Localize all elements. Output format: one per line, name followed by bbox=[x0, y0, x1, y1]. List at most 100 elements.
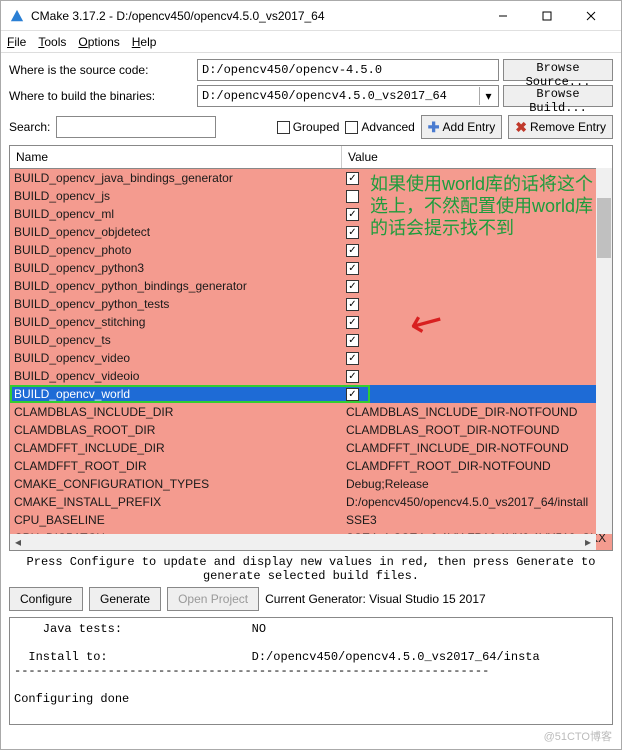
cell-value[interactable]: ✓ bbox=[342, 298, 612, 311]
table-row[interactable]: CLAMDBLAS_INCLUDE_DIRCLAMDBLAS_INCLUDE_D… bbox=[10, 403, 612, 421]
window-title: CMake 3.17.2 - D:/opencv450/opencv4.5.0_… bbox=[31, 9, 481, 23]
search-input[interactable] bbox=[56, 116, 216, 138]
cell-name: CMAKE_CONFIGURATION_TYPES bbox=[10, 477, 342, 491]
hint-text: Press Configure to update and display ne… bbox=[1, 551, 621, 585]
menu-file[interactable]: File bbox=[7, 35, 26, 49]
cell-value[interactable]: ✓ bbox=[342, 280, 612, 293]
table-row[interactable]: BUILD_opencv_python_bindings_generator ✓ bbox=[10, 277, 612, 295]
menu-help[interactable]: Help bbox=[132, 35, 157, 49]
table-row[interactable]: BUILD_opencv_videoio ✓ bbox=[10, 367, 612, 385]
cell-name: BUILD_opencv_js bbox=[10, 189, 342, 203]
cell-name: BUILD_opencv_java_bindings_generator bbox=[10, 171, 342, 185]
app-icon bbox=[9, 8, 25, 24]
checkbox[interactable]: ✓ bbox=[346, 316, 359, 329]
menu-bar: File Tools Options Help bbox=[1, 31, 621, 53]
checkbox[interactable]: ✓ bbox=[346, 262, 359, 275]
open-project-button: Open Project bbox=[167, 587, 259, 611]
checkbox[interactable] bbox=[346, 190, 359, 203]
cell-value[interactable]: Debug;Release bbox=[342, 477, 612, 491]
cell-value[interactable]: CLAMDBLAS_INCLUDE_DIR-NOTFOUND bbox=[342, 405, 612, 419]
remove-entry-button[interactable]: ✖Remove Entry bbox=[508, 115, 613, 139]
configure-button[interactable]: Configure bbox=[9, 587, 83, 611]
cell-value[interactable]: SSE3 bbox=[342, 513, 612, 527]
build-path-input[interactable] bbox=[197, 85, 499, 107]
cell-name: BUILD_opencv_python3 bbox=[10, 261, 342, 275]
cell-name: BUILD_opencv_videoio bbox=[10, 369, 342, 383]
table-row[interactable]: BUILD_opencv_ts ✓ bbox=[10, 331, 612, 349]
table-row[interactable]: CLAMDFFT_ROOT_DIRCLAMDFFT_ROOT_DIR-NOTFO… bbox=[10, 457, 612, 475]
cell-name: CLAMDBLAS_ROOT_DIR bbox=[10, 423, 342, 437]
close-button[interactable] bbox=[569, 2, 613, 30]
checkbox[interactable]: ✓ bbox=[346, 334, 359, 347]
cell-value[interactable]: ✓ bbox=[342, 334, 612, 347]
menu-options[interactable]: Options bbox=[78, 35, 119, 49]
cell-value[interactable]: ✓ bbox=[342, 226, 612, 239]
table-row[interactable]: CLAMDFFT_INCLUDE_DIRCLAMDFFT_INCLUDE_DIR… bbox=[10, 439, 612, 457]
minimize-button[interactable] bbox=[481, 2, 525, 30]
cell-value[interactable]: ✓ bbox=[342, 208, 612, 221]
cell-value[interactable]: ✓ bbox=[342, 370, 612, 383]
checkbox[interactable]: ✓ bbox=[346, 280, 359, 293]
cell-value[interactable]: ✓ bbox=[342, 388, 612, 401]
add-entry-button[interactable]: ✚Add Entry bbox=[421, 115, 502, 139]
column-header-value[interactable]: Value bbox=[342, 146, 612, 168]
cell-name: CLAMDBLAS_INCLUDE_DIR bbox=[10, 405, 342, 419]
source-path-input[interactable] bbox=[197, 59, 499, 81]
table-row[interactable]: CPU_BASELINESSE3 bbox=[10, 511, 612, 529]
cache-table: Name Value BUILD_opencv_java_bindings_ge… bbox=[9, 145, 613, 551]
cell-value[interactable]: ✓ bbox=[342, 262, 612, 275]
menu-tools[interactable]: Tools bbox=[38, 35, 66, 49]
table-row[interactable]: BUILD_opencv_world✓ bbox=[10, 385, 612, 403]
search-label: Search: bbox=[9, 120, 50, 134]
output-log[interactable]: Java tests: NO Install to: D:/opencv450/… bbox=[9, 617, 613, 725]
cell-value[interactable]: CLAMDBLAS_ROOT_DIR-NOTFOUND bbox=[342, 423, 612, 437]
cell-name: CLAMDFFT_INCLUDE_DIR bbox=[10, 441, 342, 455]
table-row[interactable]: BUILD_opencv_video ✓ bbox=[10, 349, 612, 367]
vertical-scrollbar[interactable] bbox=[596, 168, 612, 534]
column-header-name[interactable]: Name bbox=[10, 146, 342, 168]
cell-name: BUILD_opencv_video bbox=[10, 351, 342, 365]
horizontal-scrollbar[interactable]: ◂▸ bbox=[10, 534, 596, 550]
table-row[interactable]: BUILD_opencv_objdetect ✓ bbox=[10, 223, 612, 241]
cell-name: CMAKE_INSTALL_PREFIX bbox=[10, 495, 342, 509]
cell-name: BUILD_opencv_objdetect bbox=[10, 225, 342, 239]
table-row[interactable]: BUILD_opencv_java_bindings_generator ✓ bbox=[10, 169, 612, 187]
table-row[interactable]: BUILD_opencv_python3 ✓ bbox=[10, 259, 612, 277]
checkbox[interactable]: ✓ bbox=[346, 208, 359, 221]
browse-build-button[interactable]: Browse Build... bbox=[503, 85, 613, 107]
cell-name: BUILD_opencv_ml bbox=[10, 207, 342, 221]
checkbox[interactable]: ✓ bbox=[346, 298, 359, 311]
checkbox[interactable]: ✓ bbox=[346, 388, 359, 401]
cell-value[interactable]: D:/opencv450/opencv4.5.0_vs2017_64/insta… bbox=[342, 495, 612, 509]
cell-value[interactable]: CLAMDFFT_INCLUDE_DIR-NOTFOUND bbox=[342, 441, 612, 455]
cell-value[interactable]: ✓ bbox=[342, 352, 612, 365]
cell-value[interactable]: ✓ bbox=[342, 316, 612, 329]
cell-name: BUILD_opencv_photo bbox=[10, 243, 342, 257]
generate-button[interactable]: Generate bbox=[89, 587, 161, 611]
maximize-button[interactable] bbox=[525, 2, 569, 30]
cell-name: BUILD_opencv_ts bbox=[10, 333, 342, 347]
table-row[interactable]: BUILD_opencv_stitching ✓ bbox=[10, 313, 612, 331]
cell-value[interactable]: ✓ bbox=[342, 172, 612, 185]
cell-name: BUILD_opencv_stitching bbox=[10, 315, 342, 329]
cell-value[interactable]: ✓ bbox=[342, 244, 612, 257]
advanced-checkbox[interactable]: Advanced bbox=[345, 120, 414, 134]
checkbox[interactable]: ✓ bbox=[346, 244, 359, 257]
grouped-checkbox[interactable]: Grouped bbox=[277, 120, 340, 134]
table-row[interactable]: BUILD_opencv_photo ✓ bbox=[10, 241, 612, 259]
table-row[interactable]: CLAMDBLAS_ROOT_DIRCLAMDBLAS_ROOT_DIR-NOT… bbox=[10, 421, 612, 439]
cell-value[interactable]: CLAMDFFT_ROOT_DIR-NOTFOUND bbox=[342, 459, 612, 473]
table-row[interactable]: BUILD_opencv_ml ✓ bbox=[10, 205, 612, 223]
checkbox[interactable]: ✓ bbox=[346, 226, 359, 239]
checkbox[interactable]: ✓ bbox=[346, 370, 359, 383]
browse-source-button[interactable]: Browse Source... bbox=[503, 59, 613, 81]
table-row[interactable]: BUILD_opencv_js bbox=[10, 187, 612, 205]
cell-value[interactable] bbox=[342, 190, 612, 203]
cell-name: BUILD_opencv_python_bindings_generator bbox=[10, 279, 342, 293]
chevron-down-icon[interactable]: ▾ bbox=[479, 87, 497, 105]
checkbox[interactable]: ✓ bbox=[346, 352, 359, 365]
checkbox[interactable]: ✓ bbox=[346, 172, 359, 185]
table-row[interactable]: CMAKE_CONFIGURATION_TYPESDebug;Release bbox=[10, 475, 612, 493]
table-row[interactable]: CMAKE_INSTALL_PREFIXD:/opencv450/opencv4… bbox=[10, 493, 612, 511]
table-row[interactable]: BUILD_opencv_python_tests✓ bbox=[10, 295, 612, 313]
